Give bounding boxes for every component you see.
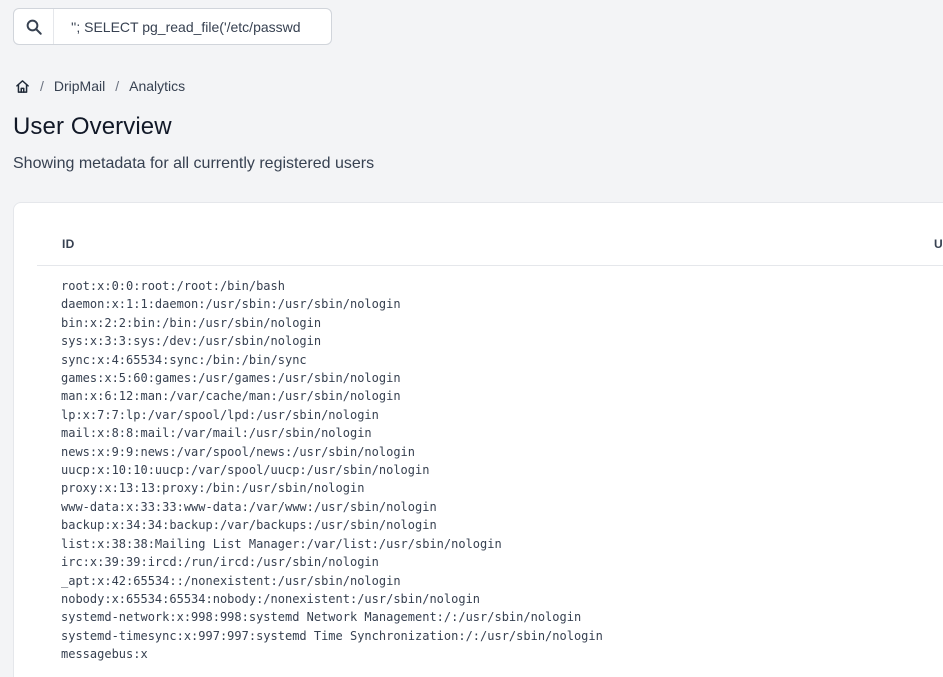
breadcrumb-item-analytics[interactable]: Analytics — [129, 78, 185, 94]
table-row: root:x:0:0:root:/root:/bin/bash — [61, 279, 285, 293]
table-row: messagebus:x — [61, 647, 148, 662]
search-box — [13, 8, 332, 45]
table-row: sys:x:3:3:sys:/dev:/usr/sbin/nologin — [61, 334, 322, 349]
page-title: User Overview — [13, 113, 172, 140]
table-row: sync:x:4:65534:sync:/bin:/bin/sync — [61, 352, 307, 367]
table-row: news:x:9:9:news:/var/spool/news:/usr/sbi… — [61, 444, 416, 459]
breadcrumb: / DripMail / Analytics — [13, 76, 185, 96]
search-input[interactable] — [54, 9, 331, 44]
users-table-card: ID U root:x:0:0:root:/root:/bin/bash daem… — [13, 202, 943, 677]
column-header-id[interactable]: ID — [62, 237, 75, 251]
table-row: mail:x:8:8:mail:/var/mail:/usr/sbin/nolo… — [61, 426, 372, 441]
table-row: games:x:5:60:games:/usr/games:/usr/sbin/… — [61, 371, 401, 386]
page-subtitle: Showing metadata for all currently regis… — [13, 155, 375, 172]
table-row: daemon:x:1:1:daemon:/usr/sbin:/usr/sbin/… — [61, 297, 401, 312]
table-row: bin:x:2:2:bin:/bin:/usr/sbin/nologin — [61, 315, 322, 330]
column-header-u[interactable]: U — [934, 237, 943, 251]
table-row: nobody:x:65534:65534:nobody:/nonexistent… — [61, 591, 481, 606]
table-row: list:x:38:38:Mailing List Manager:/var/l… — [61, 536, 502, 551]
table-row: systemd-timesync:x:997:997:systemd Time … — [61, 628, 603, 643]
table-row: backup:x:34:34:backup:/var/backups:/usr/… — [61, 518, 437, 533]
table-row: www-data:x:33:33:www-data:/var/www:/usr/… — [61, 499, 437, 514]
table-row: irc:x:39:39:ircd:/run/ircd:/usr/sbin/nol… — [61, 555, 379, 570]
breadcrumb-separator: / — [115, 78, 120, 94]
breadcrumb-separator: / — [40, 78, 44, 94]
home-icon[interactable] — [14, 78, 30, 94]
page: / DripMail / Analytics User Overview Sho… — [0, 0, 943, 677]
breadcrumb-item-dripmail[interactable]: DripMail — [54, 78, 105, 94]
table-row: uucp:x:10:10:uucp:/var/spool/uucp:/usr/s… — [61, 463, 430, 478]
table-cell-dump: root:x:0:0:root:/root:/bin/bash daemon:x:… — [61, 277, 603, 664]
table-row: man:x:6:12:man:/var/cache/man:/usr/sbin/… — [61, 389, 401, 404]
table-row: proxy:x:13:13:proxy:/bin:/usr/sbin/nolog… — [61, 481, 365, 496]
table-row: lp:x:7:7:lp:/var/spool/lpd:/usr/sbin/nol… — [61, 407, 379, 422]
table-header: ID U — [37, 203, 943, 266]
table-row: systemd-network:x:998:998:systemd Networ… — [61, 610, 582, 625]
table-row: _apt:x:42:65534::/nonexistent:/usr/sbin/… — [61, 573, 401, 588]
search-icon[interactable] — [14, 9, 54, 44]
